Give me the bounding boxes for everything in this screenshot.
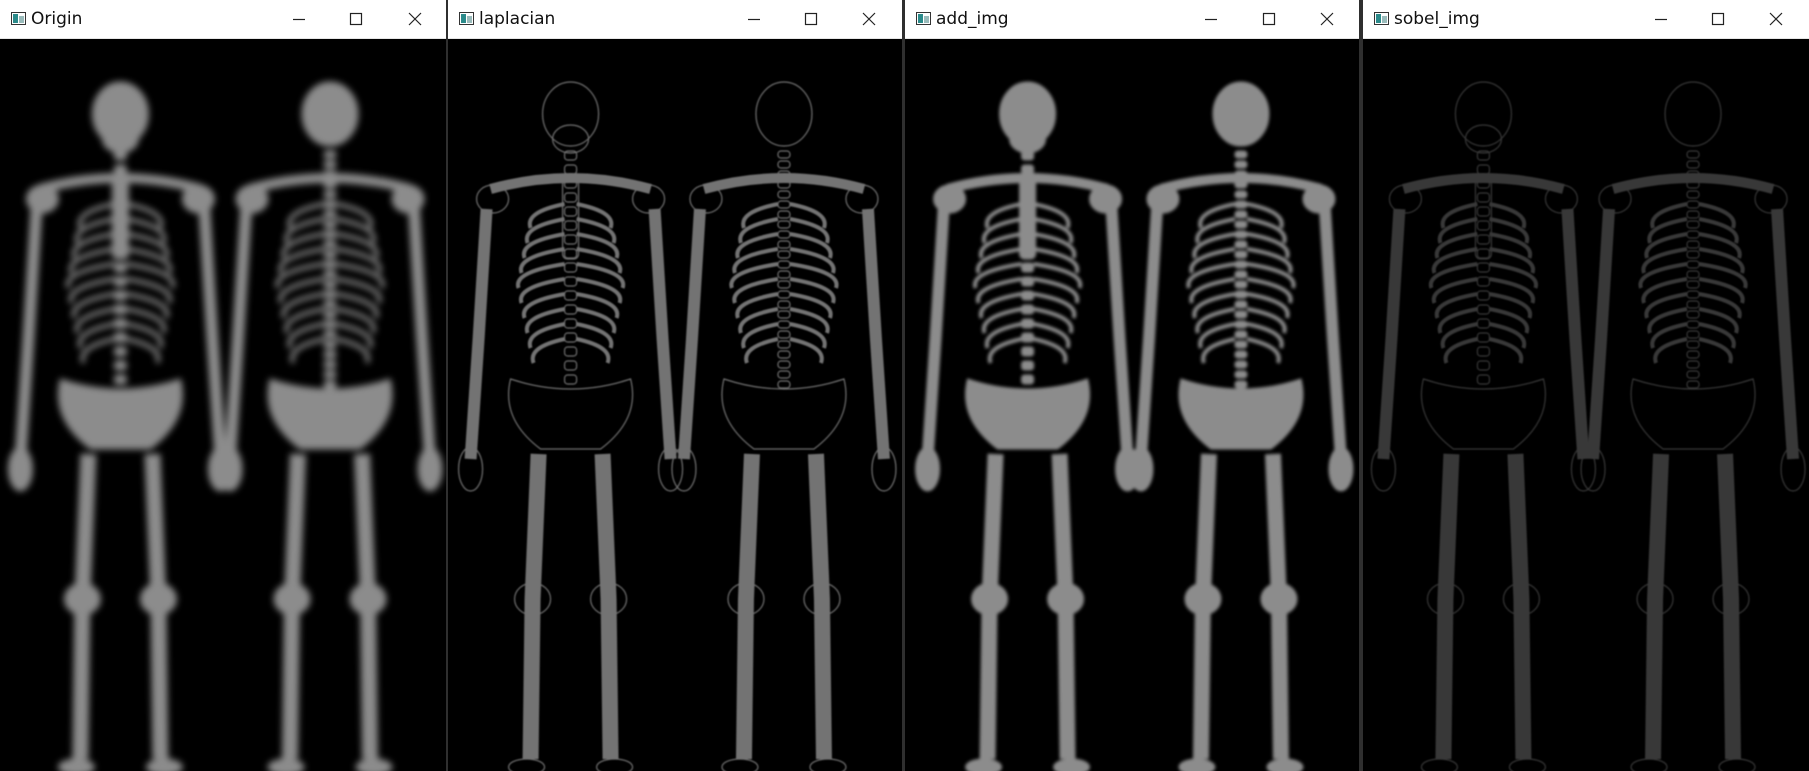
maximize-icon [1262, 12, 1276, 26]
maximize-icon [804, 12, 818, 26]
window-add-img[interactable]: add_img [905, 0, 1359, 771]
maximize-icon [349, 12, 363, 26]
title-bar[interactable]: laplacian [448, 0, 902, 39]
close-icon [1769, 12, 1783, 26]
maximize-button[interactable] [1256, 6, 1282, 32]
window-laplacian[interactable]: laplacian [448, 0, 902, 771]
minimize-button[interactable] [1648, 6, 1674, 32]
window-title: laplacian [479, 9, 556, 29]
minimize-button[interactable] [286, 6, 312, 32]
bone-scan-image [915, 81, 1354, 771]
maximize-button[interactable] [798, 6, 824, 32]
close-button[interactable] [856, 6, 882, 32]
bone-scan-image [457, 81, 897, 771]
opencv-window-icon [916, 12, 931, 25]
opencv-window-icon [11, 12, 26, 25]
minimize-icon [1205, 18, 1217, 21]
maximize-button[interactable] [1705, 6, 1731, 32]
close-button[interactable] [1314, 6, 1340, 32]
image-view-sobel-img [1363, 39, 1809, 771]
maximize-button[interactable] [343, 6, 369, 32]
image-view-laplacian [448, 39, 902, 771]
close-icon [862, 12, 876, 26]
minimize-icon [293, 18, 305, 21]
bone-scan-image [7, 81, 443, 771]
opencv-window-icon [1374, 12, 1389, 25]
close-icon [1320, 12, 1334, 26]
minimize-icon [1655, 18, 1667, 21]
minimize-button[interactable] [741, 6, 767, 32]
window-title: Origin [31, 9, 83, 29]
maximize-icon [1711, 12, 1725, 26]
image-view-origin [0, 39, 446, 771]
window-origin[interactable]: Origin [0, 0, 446, 771]
close-icon [408, 12, 422, 26]
minimize-button[interactable] [1198, 6, 1224, 32]
image-view-add-img [905, 39, 1359, 771]
title-bar[interactable]: Origin [0, 0, 446, 39]
title-bar[interactable]: sobel_img [1363, 0, 1809, 39]
title-bar[interactable]: add_img [905, 0, 1359, 39]
window-title: add_img [936, 9, 1009, 29]
bone-scan-image [1370, 81, 1806, 771]
window-title: sobel_img [1394, 9, 1480, 29]
close-button[interactable] [1763, 6, 1789, 32]
close-button[interactable] [402, 6, 428, 32]
opencv-window-icon [459, 12, 474, 25]
minimize-icon [748, 18, 760, 21]
window-sobel-img[interactable]: sobel_img [1363, 0, 1809, 771]
